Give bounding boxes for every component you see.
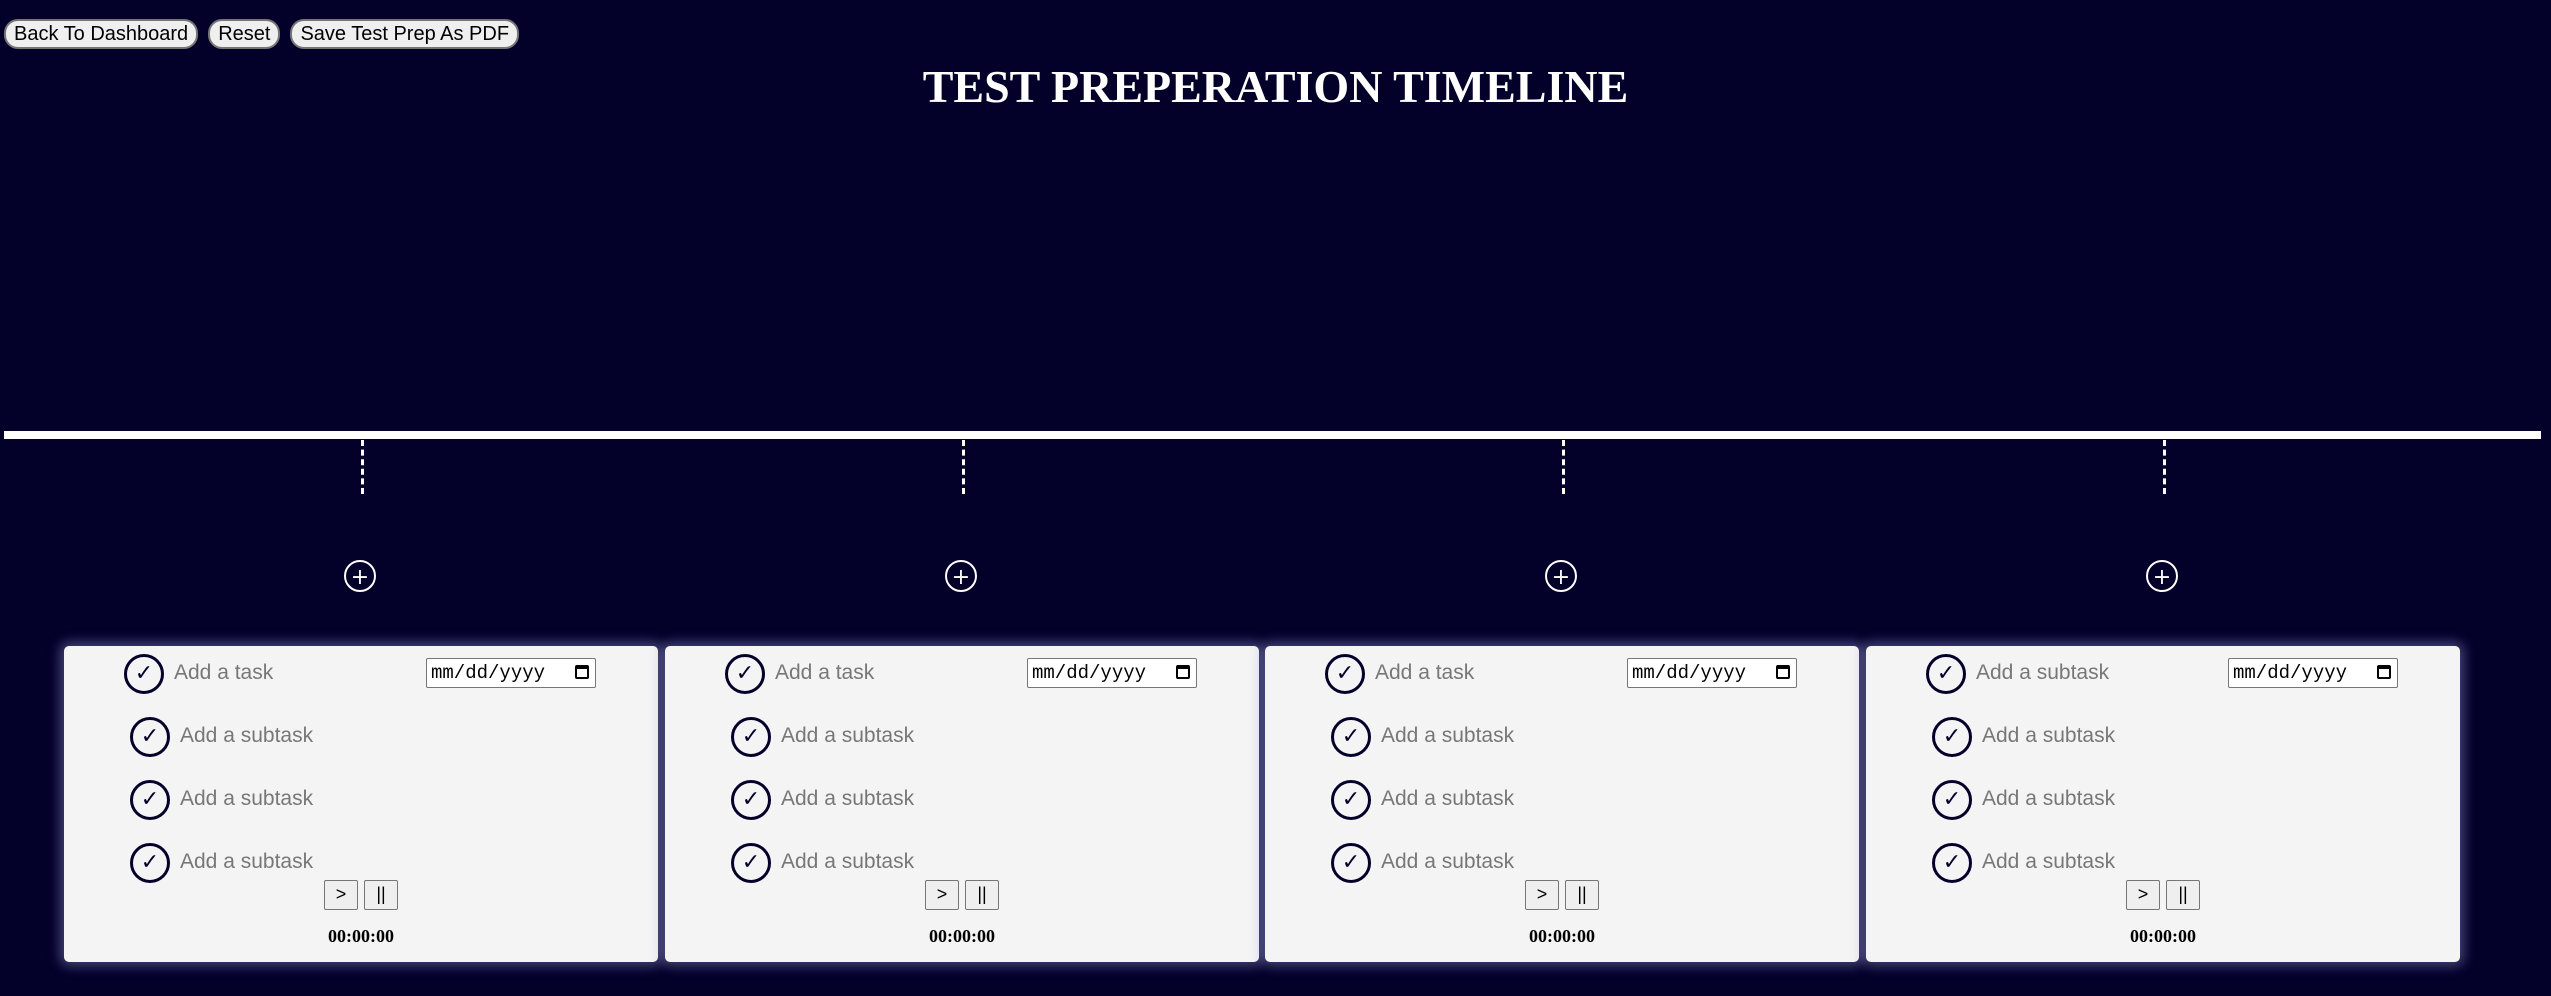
timer-display: 00:00:00 (2130, 926, 2196, 946)
subtask-check-button[interactable]: ✓ (130, 780, 170, 820)
timer-start-button[interactable]: > (925, 880, 959, 910)
timer-start-button[interactable]: > (1525, 880, 1559, 910)
timeline-connector (361, 440, 364, 494)
add-task-button[interactable]: + (2146, 560, 2178, 592)
subtask-check-button[interactable]: ✓ (1932, 717, 1972, 757)
calendar-icon[interactable] (575, 665, 589, 679)
timer-start-button[interactable]: > (324, 880, 358, 910)
timeline-connector (962, 440, 965, 494)
timeline-connector (1562, 440, 1565, 494)
task-date-input[interactable]: mm/dd/yyyy (2228, 658, 2398, 688)
subtask-check-button[interactable]: ✓ (731, 780, 771, 820)
timer-pause-button[interactable]: || (2166, 880, 2200, 910)
subtask-check-button[interactable]: ✓ (731, 717, 771, 757)
date-placeholder: mm/dd/yyyy (1632, 662, 1747, 684)
date-placeholder: mm/dd/yyyy (431, 662, 546, 684)
calendar-icon[interactable] (2377, 665, 2391, 679)
back-to-dashboard-button[interactable]: Back To Dashboard (4, 19, 199, 49)
calendar-icon[interactable] (1776, 665, 1790, 679)
task-input[interactable] (775, 658, 1005, 688)
subtask-check-button[interactable]: ✓ (1331, 780, 1371, 820)
add-task-button[interactable]: + (945, 560, 977, 592)
timer-start-button[interactable]: > (2126, 880, 2160, 910)
task-date-input[interactable]: mm/dd/yyyy (426, 658, 596, 688)
subtask-input[interactable] (1381, 784, 1611, 814)
task-input[interactable] (174, 658, 404, 688)
subtask-input[interactable] (781, 784, 1011, 814)
subtask-input[interactable] (1982, 784, 2212, 814)
subtask-input[interactable] (1381, 847, 1611, 877)
calendar-icon[interactable] (1176, 665, 1190, 679)
subtask-check-button[interactable]: ✓ (1932, 843, 1972, 883)
subtask-input[interactable] (1982, 847, 2212, 877)
save-pdf-button[interactable]: Save Test Prep As PDF (290, 19, 520, 49)
timer-display: 00:00:00 (1529, 926, 1595, 946)
task-input[interactable] (1976, 658, 2206, 688)
subtask-check-button[interactable]: ✓ (1331, 717, 1371, 757)
reset-button[interactable]: Reset (208, 19, 281, 49)
date-placeholder: mm/dd/yyyy (1032, 662, 1147, 684)
task-card: ✓ mm/dd/yyyy ✓ ✓ ✓ > || 00:00:00 (64, 646, 658, 962)
add-task-button[interactable]: + (1545, 560, 1577, 592)
subtask-input[interactable] (781, 721, 1011, 751)
task-check-button[interactable]: ✓ (1926, 654, 1966, 694)
subtask-check-button[interactable]: ✓ (1932, 780, 1972, 820)
task-check-button[interactable]: ✓ (725, 654, 765, 694)
timeline-line (4, 431, 2541, 439)
subtask-input[interactable] (781, 847, 1011, 877)
toolbar: Back To Dashboard Reset Save Test Prep A… (4, 19, 520, 49)
timer-pause-button[interactable]: || (1565, 880, 1599, 910)
subtask-input[interactable] (180, 721, 410, 751)
subtask-input[interactable] (1381, 721, 1611, 751)
task-card: ✓ mm/dd/yyyy ✓ ✓ ✓ > || 00:00:00 (1866, 646, 2460, 962)
date-placeholder: mm/dd/yyyy (2233, 662, 2348, 684)
subtask-input[interactable] (180, 784, 410, 814)
timer-display: 00:00:00 (328, 926, 394, 946)
timer-pause-button[interactable]: || (364, 880, 398, 910)
timeline-connector (2163, 440, 2166, 494)
subtask-check-button[interactable]: ✓ (1331, 843, 1371, 883)
timer-pause-button[interactable]: || (965, 880, 999, 910)
task-input[interactable] (1375, 658, 1605, 688)
task-check-button[interactable]: ✓ (124, 654, 164, 694)
subtask-check-button[interactable]: ✓ (130, 843, 170, 883)
subtask-check-button[interactable]: ✓ (130, 717, 170, 757)
task-date-input[interactable]: mm/dd/yyyy (1627, 658, 1797, 688)
subtask-check-button[interactable]: ✓ (731, 843, 771, 883)
page-title: TEST PREPERATION TIMELINE (922, 61, 1629, 112)
add-task-button[interactable]: + (344, 560, 376, 592)
task-card: ✓ mm/dd/yyyy ✓ ✓ ✓ > || 00:00:00 (1265, 646, 1859, 962)
timer-display: 00:00:00 (929, 926, 995, 946)
subtask-input[interactable] (180, 847, 410, 877)
task-check-button[interactable]: ✓ (1325, 654, 1365, 694)
task-card: ✓ mm/dd/yyyy ✓ ✓ ✓ > || 00:00:00 (665, 646, 1259, 962)
subtask-input[interactable] (1982, 721, 2212, 751)
task-date-input[interactable]: mm/dd/yyyy (1027, 658, 1197, 688)
